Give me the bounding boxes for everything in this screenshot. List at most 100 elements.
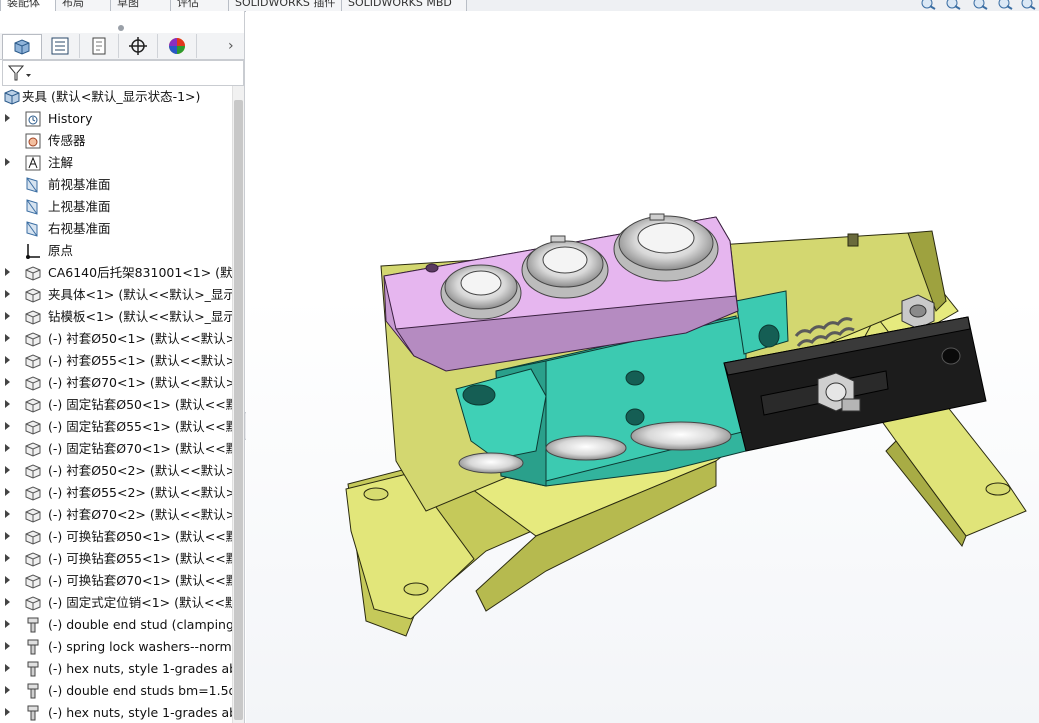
panel-grip[interactable]	[118, 25, 124, 31]
expand-arrow-icon[interactable]	[5, 400, 10, 408]
tree-item[interactable]: (-) 衬套Ø50<2> (默认<<默认>_显	[0, 460, 232, 482]
tab-featuremanager[interactable]	[2, 34, 42, 59]
expand-arrow-icon[interactable]	[5, 488, 10, 496]
assembly-icon	[4, 89, 20, 105]
expand-arrow-icon[interactable]	[5, 334, 10, 342]
tree-item[interactable]: (-) 可换钻套Ø50<1> (默认<<默认	[0, 526, 232, 548]
tree-item[interactable]: (-) 固定式定位销<1> (默认<<默认	[0, 592, 232, 614]
feature-manager-panel: › 夹具 (默认<默认_显示状态-1>) History 传感器 注解 前视基准面 上视…	[0, 11, 245, 723]
expand-arrow-icon[interactable]	[5, 664, 10, 672]
assembly-model[interactable]	[246, 11, 1039, 723]
tree-item[interactable]: (-) double end studs bm=1.5d g	[0, 680, 232, 702]
tree-item[interactable]: CA6140后托架831001<1> (默认<	[0, 262, 232, 284]
expand-arrow-icon[interactable]	[5, 312, 10, 320]
tree-item[interactable]: 前视基准面	[0, 174, 232, 196]
tab-propertymanager[interactable]	[41, 34, 80, 58]
previous-view-icon[interactable]	[972, 0, 988, 10]
expand-arrow-icon[interactable]	[5, 620, 10, 628]
tree-item[interactable]: (-) 固定钻套Ø50<1> (默认<<默认	[0, 394, 232, 416]
tree-item[interactable]: (-) 可换钻套Ø70<1> (默认<<默认	[0, 570, 232, 592]
tree-item-label: (-) 固定式定位销<1> (默认<<默认	[48, 595, 232, 610]
expand-arrow-icon[interactable]	[5, 554, 10, 562]
expand-arrow-icon[interactable]	[5, 422, 10, 430]
tree-item-label: (-) double end studs bm=1.5d g	[48, 683, 232, 698]
expand-arrow-icon[interactable]	[5, 686, 10, 694]
tree-scrollbar[interactable]	[232, 86, 244, 723]
part-icon	[25, 310, 41, 325]
tree-item[interactable]: 原点	[0, 240, 232, 262]
expand-arrow-icon[interactable]	[5, 290, 10, 298]
expand-arrow-icon[interactable]	[5, 708, 10, 716]
tree-item[interactable]: (-) 衬套Ø55<2> (默认<<默认>_显	[0, 482, 232, 504]
tree-item[interactable]: (-) double end stud (clamping t	[0, 614, 232, 636]
expand-arrow-icon[interactable]	[5, 378, 10, 386]
part-icon	[25, 354, 41, 369]
part-icon	[25, 530, 41, 545]
filter-icon[interactable]	[7, 63, 33, 83]
part-icon	[25, 574, 41, 589]
tree-item[interactable]: (-) 固定钻套Ø70<1> (默认<<默认	[0, 438, 232, 460]
tree-item[interactable]: 注解	[0, 152, 232, 174]
tree-item[interactable]: 钻模板<1> (默认<<默认>_显示状	[0, 306, 232, 328]
expand-arrow-icon[interactable]	[5, 532, 10, 540]
tree-item-label: 钻模板<1> (默认<<默认>_显示状	[48, 309, 232, 324]
expand-arrow-icon[interactable]	[5, 576, 10, 584]
part-icon	[25, 288, 41, 303]
tree-item[interactable]: (-) 可换钻套Ø55<1> (默认<<默认	[0, 548, 232, 570]
expand-arrow-icon[interactable]	[5, 466, 10, 474]
tab-configurationmanager[interactable]	[80, 34, 119, 58]
tree-item-label: (-) 可换钻套Ø70<1> (默认<<默认	[48, 573, 232, 588]
tree-item-label: (-) double end stud (clamping t	[48, 617, 232, 632]
featuremanager-icon	[14, 39, 30, 55]
part-icon	[25, 332, 41, 347]
scrollbar-thumb[interactable]	[234, 100, 243, 720]
tree-item[interactable]: 上视基准面	[0, 196, 232, 218]
section-view-icon[interactable]	[997, 0, 1013, 10]
display-manager-icon	[169, 38, 185, 54]
tree-item[interactable]: History	[0, 108, 232, 130]
zoom-to-fit-icon[interactable]	[920, 0, 936, 10]
tree-item[interactable]: 夹具体<1> (默认<<默认>_显示状	[0, 284, 232, 306]
tree-item[interactable]: (-) hex nuts, style 1-grades ab g	[0, 658, 232, 680]
tree-item[interactable]: (-) spring lock washers--norma	[0, 636, 232, 658]
expand-arrow-icon[interactable]	[5, 444, 10, 452]
part-icon	[25, 464, 41, 479]
expand-arrow-icon[interactable]	[5, 510, 10, 518]
tree-item-label: (-) 可换钻套Ø55<1> (默认<<默认	[48, 551, 232, 566]
tree-item[interactable]: 右视基准面	[0, 218, 232, 240]
chevron-right-icon[interactable]: ›	[228, 37, 242, 55]
tree-item[interactable]: (-) 衬套Ø55<1> (默认<<默认>_显	[0, 350, 232, 372]
plane-icon	[26, 177, 38, 193]
tree-item-label: (-) 固定钻套Ø55<1> (默认<<默认	[48, 419, 232, 434]
tree-item-label: 原点	[48, 243, 74, 258]
graphics-viewport[interactable]	[246, 11, 1039, 723]
tree-root[interactable]: 夹具 (默认<默认_显示状态-1>)	[0, 86, 232, 108]
tree-item-label: (-) hex nuts, style 1-grades ab g	[48, 705, 232, 720]
expand-arrow-icon[interactable]	[5, 356, 10, 364]
tree-item[interactable]: (-) 衬套Ø70<2> (默认<<默认>_显	[0, 504, 232, 526]
tree-item[interactable]: (-) 衬套Ø50<1> (默认<<默认>_显	[0, 328, 232, 350]
origin-icon	[26, 244, 40, 259]
tree-item[interactable]: (-) hex nuts, style 1-grades ab g	[0, 702, 232, 723]
tree-item-label: (-) 衬套Ø55<1> (默认<<默认>_显	[48, 353, 232, 368]
expand-arrow-icon[interactable]	[5, 598, 10, 606]
fastener-icon	[27, 683, 39, 699]
part-icon	[25, 596, 41, 611]
view-orientation-icon[interactable]	[1020, 0, 1036, 10]
tree-item[interactable]: (-) 衬套Ø70<1> (默认<<默认>_显	[0, 372, 232, 394]
tree-item[interactable]: (-) 固定钻套Ø55<1> (默认<<默认	[0, 416, 232, 438]
tree-filter[interactable]	[2, 60, 244, 86]
zoom-area-icon[interactable]	[945, 0, 961, 10]
tab-dimxpert[interactable]	[119, 34, 158, 58]
expand-arrow-icon[interactable]	[5, 114, 10, 122]
expand-arrow-icon[interactable]	[5, 268, 10, 276]
tree-item[interactable]: 传感器	[0, 130, 232, 152]
tree-item-label: (-) 衬套Ø55<2> (默认<<默认>_显	[48, 485, 232, 500]
expand-arrow-icon[interactable]	[5, 642, 10, 650]
tree-item-label: (-) 衬套Ø50<1> (默认<<默认>_显	[48, 331, 232, 346]
tab-display-manager[interactable]	[158, 34, 197, 58]
plane-icon	[26, 221, 38, 237]
expand-arrow-icon[interactable]	[5, 158, 10, 166]
part-icon	[25, 442, 41, 457]
part-icon	[25, 420, 41, 435]
